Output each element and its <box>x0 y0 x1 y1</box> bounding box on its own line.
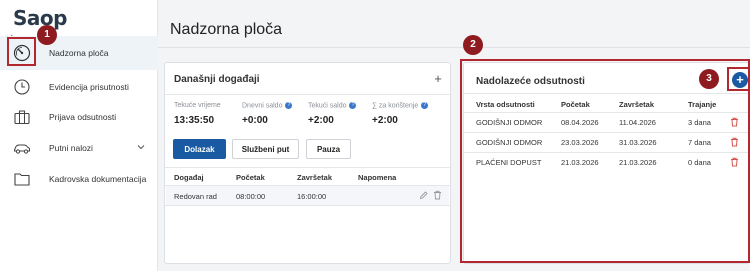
clock-icon <box>14 79 30 95</box>
suitcase-icon <box>14 110 30 125</box>
annotation-badge-1: 1 <box>37 25 57 45</box>
todays-events-card: Današnji događaji + Tekuće vrijeme Dnevn… <box>164 62 451 264</box>
col-header-event: Događaj <box>174 173 204 182</box>
car-icon <box>14 144 30 154</box>
business-trip-button[interactable]: Službeni put <box>232 139 299 159</box>
edit-icon[interactable] <box>419 190 428 200</box>
annotation-badge-2: 2 <box>463 35 483 55</box>
daily-balance-value: +0:00 <box>242 115 268 126</box>
arrival-button[interactable]: Dolazak <box>173 139 226 159</box>
card-title: Današnji događaji <box>174 74 260 85</box>
sidebar-item-absence-request[interactable]: Prijava odsutnosti <box>0 100 158 134</box>
add-event-button[interactable]: + <box>431 72 445 86</box>
highlight-box-absences-card <box>460 59 750 263</box>
sidebar-item-label: Nadzorna ploča <box>49 48 109 58</box>
folder-icon <box>14 173 30 186</box>
page-title: Nadzorna ploča <box>170 21 283 38</box>
sidebar-item-travel-orders[interactable]: Putni nalozi <box>0 131 158 165</box>
sidebar-item-label: Evidencija prisutnosti <box>49 82 129 92</box>
available-sum-label: ∑ za korištenje ? <box>372 102 429 110</box>
header-divider <box>158 47 750 48</box>
sidebar-item-label: Prijava odsutnosti <box>49 112 117 122</box>
current-time-label: Tekuće vrijeme <box>174 102 221 109</box>
break-button[interactable]: Pauza <box>306 139 351 159</box>
sidebar-item-label: Putni nalozi <box>49 143 93 153</box>
sidebar-item-attendance[interactable]: Evidencija prisutnosti <box>0 70 158 104</box>
table-top-divider <box>165 167 450 168</box>
delete-icon[interactable] <box>433 190 442 200</box>
event-cell: Redovan rad <box>174 192 217 201</box>
current-balance-label: Tekući saldo ? <box>308 102 357 110</box>
end-cell: 16:00:00 <box>297 192 327 201</box>
available-sum-value: +2:00 <box>372 115 398 126</box>
annotation-badge-3: 3 <box>699 69 719 89</box>
help-icon[interactable]: ? <box>349 102 357 109</box>
current-balance-value: +2:00 <box>308 115 334 126</box>
help-icon[interactable]: ? <box>421 102 429 109</box>
sidebar-item-hr-documents[interactable]: Kadrovska dokumentacija <box>0 162 158 196</box>
row-divider <box>165 205 450 206</box>
col-header-end: Završetak <box>297 173 333 182</box>
highlight-box-dashboard-icon <box>7 37 36 66</box>
col-header-start: Početak <box>236 173 265 182</box>
col-header-note: Napomena <box>358 173 397 182</box>
sidebar-item-label: Kadrovska dokumentacija <box>49 174 147 184</box>
daily-balance-label: Dnevni saldo ? <box>242 102 293 110</box>
card-divider <box>165 94 450 95</box>
start-cell: 08:00:00 <box>236 192 266 201</box>
highlight-box-add-absence <box>727 67 750 91</box>
chevron-down-icon[interactable] <box>137 143 145 151</box>
help-icon[interactable]: ? <box>285 102 293 109</box>
current-time-value: 13:35:50 <box>174 115 215 126</box>
